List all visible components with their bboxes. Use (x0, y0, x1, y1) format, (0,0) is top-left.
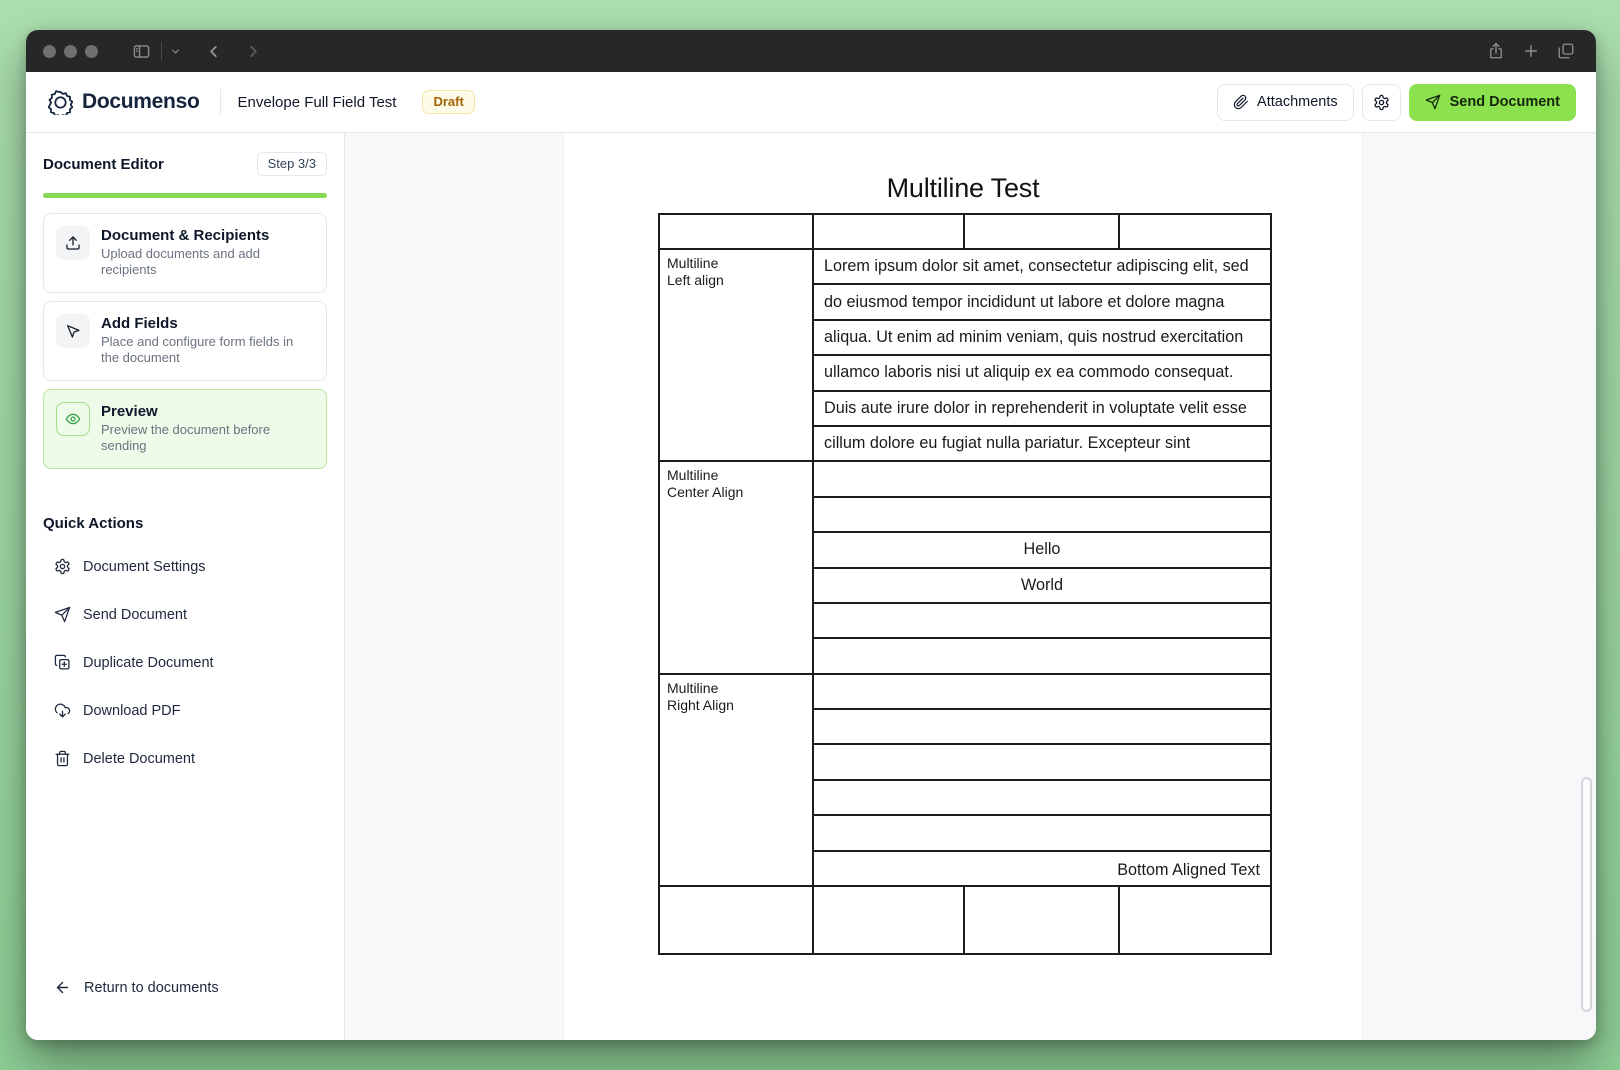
attachments-label: Attachments (1257, 94, 1338, 110)
step-card-title: Preview (101, 402, 313, 420)
table-row: cillum dolore eu fugiat nulla pariatur. … (814, 427, 1270, 460)
document-heading: Multiline Test (564, 173, 1362, 204)
duplicate-icon (54, 654, 71, 671)
trash-icon (54, 750, 71, 767)
step-card-description: Upload documents and add recipients (101, 246, 313, 279)
document-editor-sidebar: Document Editor Step 3/3 Document & Reci… (26, 133, 345, 1040)
chevron-down-icon[interactable] (170, 46, 181, 57)
share-icon[interactable] (1487, 42, 1505, 60)
table-row (814, 745, 1270, 778)
quick-action-document-settings[interactable]: Document Settings (54, 558, 327, 575)
zoom-window-button[interactable] (85, 45, 98, 58)
table-footer-cell (1120, 887, 1270, 953)
brand[interactable]: Documenso (48, 90, 200, 115)
table-header-cell (965, 215, 1118, 248)
table-row: Lorem ipsum dolor sit amet, consectetur … (814, 250, 1270, 283)
cursor-icon (56, 314, 90, 348)
send-document-button[interactable]: Send Document (1409, 84, 1576, 121)
attachments-button[interactable]: Attachments (1217, 84, 1354, 121)
table-row (814, 462, 1270, 495)
table-header-cell (660, 215, 812, 248)
quick-action-label: Delete Document (83, 751, 195, 767)
vertical-scrollbar[interactable] (1581, 777, 1592, 1012)
table-row (814, 781, 1270, 814)
quick-action-label: Duplicate Document (83, 655, 214, 671)
table-footer-cell (814, 887, 963, 953)
step-badge: Step 3/3 (257, 152, 327, 176)
document-page: Multiline Test Multiline Left align Lore… (563, 133, 1363, 1040)
sidebar-title: Document Editor (43, 156, 164, 173)
step-card-description: Preview the document before sending (101, 422, 313, 455)
table-row: ullamco laboris nisi ut aliquip ex ea co… (814, 356, 1270, 389)
send-icon (1425, 94, 1441, 110)
titlebar (26, 30, 1596, 72)
section-label-left-align: Multiline Left align (660, 250, 812, 460)
paperclip-icon (1233, 94, 1249, 110)
upload-icon (56, 226, 90, 260)
close-window-button[interactable] (43, 45, 56, 58)
titlebar-separator (161, 42, 162, 60)
return-to-documents-link[interactable]: Return to documents (54, 979, 219, 996)
step-card-description: Place and configure form fields in the d… (101, 334, 313, 367)
brand-name: Documenso (82, 90, 200, 114)
document-table: Multiline Left align Lorem ipsum dolor s… (658, 213, 1272, 955)
arrow-left-icon (54, 979, 71, 996)
step-card-title: Add Fields (101, 314, 313, 332)
table-row (814, 498, 1270, 531)
download-icon (54, 702, 71, 719)
table-row (814, 710, 1270, 743)
table-row: aliqua. Ut enim ad minim veniam, quis no… (814, 321, 1270, 354)
quick-actions-title: Quick Actions (43, 515, 327, 532)
table-footer-cell (660, 887, 812, 953)
status-badge: Draft (422, 90, 474, 114)
tab-overview-icon[interactable] (1557, 42, 1575, 60)
step-card-add-fields[interactable]: Add Fields Place and configure form fiel… (43, 301, 327, 381)
table-row: Bottom Aligned Text (814, 852, 1270, 885)
table-row (814, 816, 1270, 849)
table-row: World (814, 569, 1270, 602)
gear-icon (1373, 94, 1390, 111)
table-row (814, 639, 1270, 672)
table-footer-cell (965, 887, 1118, 953)
table-row: Hello (814, 533, 1270, 566)
table-row (814, 604, 1270, 637)
table-header-cell (1120, 215, 1270, 248)
table-row (814, 675, 1270, 708)
document-title: Envelope Full Field Test (238, 94, 397, 111)
section-label-right-align: Multiline Right Align (660, 675, 812, 885)
send-document-label: Send Document (1450, 94, 1560, 110)
table-row: Duis aute irure dolor in reprehenderit i… (814, 392, 1270, 425)
table-header-cell (814, 215, 963, 248)
progress-bar (43, 193, 327, 198)
send-icon (54, 606, 71, 623)
section-label-center-align: Multiline Center Align (660, 462, 812, 672)
step-card-preview[interactable]: Preview Preview the document before send… (43, 389, 327, 469)
back-icon[interactable] (204, 42, 223, 61)
forward-icon[interactable] (244, 42, 263, 61)
minimize-window-button[interactable] (64, 45, 77, 58)
app-header: Documenso Envelope Full Field Test Draft… (26, 72, 1596, 133)
quick-action-label: Send Document (83, 607, 187, 623)
step-card-documents-recipients[interactable]: Document & Recipients Upload documents a… (43, 213, 327, 293)
table-row: do eiusmod tempor incididunt ut labore e… (814, 285, 1270, 318)
documenso-logo-icon (48, 90, 73, 115)
header-divider (220, 89, 221, 115)
new-tab-icon[interactable] (1522, 42, 1540, 60)
document-preview-area: Multiline Test Multiline Left align Lore… (345, 133, 1596, 1040)
eye-icon (56, 402, 90, 436)
browser-window: Documenso Envelope Full Field Test Draft… (26, 30, 1596, 1040)
gear-icon (54, 558, 71, 575)
quick-action-download-pdf[interactable]: Download PDF (54, 702, 327, 719)
quick-action-send-document[interactable]: Send Document (54, 606, 327, 623)
quick-action-label: Download PDF (83, 703, 181, 719)
return-to-documents-label: Return to documents (84, 980, 219, 996)
quick-action-label: Document Settings (83, 559, 206, 575)
sidebar-toggle-icon[interactable] (132, 42, 151, 61)
quick-action-delete-document[interactable]: Delete Document (54, 750, 327, 767)
step-card-title: Document & Recipients (101, 226, 313, 244)
settings-button[interactable] (1362, 84, 1401, 121)
quick-action-duplicate-document[interactable]: Duplicate Document (54, 654, 327, 671)
